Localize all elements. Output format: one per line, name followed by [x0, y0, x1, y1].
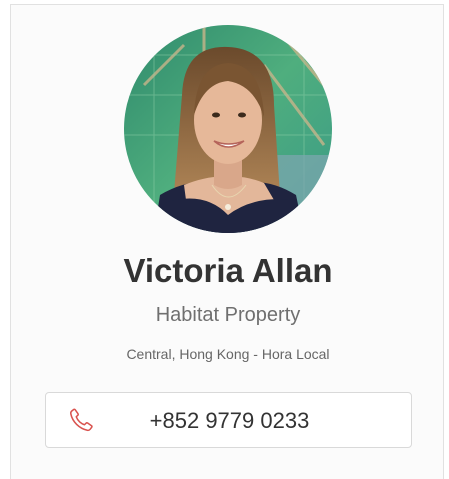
agent-avatar [124, 25, 332, 233]
avatar-photo [124, 25, 332, 233]
agent-name: Victoria Allan [123, 252, 333, 289]
call-phone-button[interactable]: +852 9779 0233 [45, 392, 412, 448]
agent-location: Central, Hong Kong - Hora Local [126, 346, 330, 362]
agent-company: Habitat Property [155, 304, 301, 326]
phone-number: +852 9779 0233 [149, 408, 310, 433]
agent-card: Victoria Allan Habitat Property Central,… [10, 4, 444, 479]
